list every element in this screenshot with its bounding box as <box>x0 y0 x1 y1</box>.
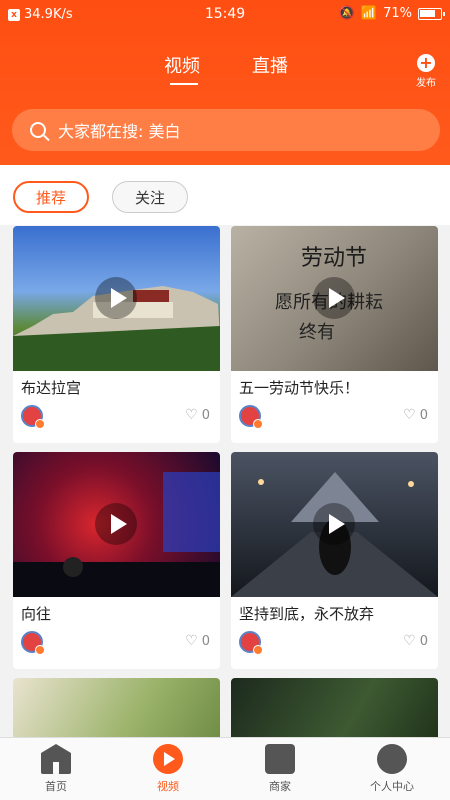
header: x 34.9K/s 15:49 🔕 📶 71% 视频 直播 + 发布 大家都在搜… <box>0 0 450 165</box>
avatar[interactable] <box>21 405 45 429</box>
status-right: 🔕 📶 71% <box>338 6 445 21</box>
thumb-line2: 终有 <box>299 322 335 343</box>
nav-home-label: 首页 <box>45 780 67 793</box>
top-tabs: 视频 直播 <box>0 52 450 92</box>
thumb-title-art: 劳动节 <box>301 246 368 271</box>
nav-video[interactable]: 视频 <box>112 744 224 794</box>
video-card[interactable] <box>231 678 438 737</box>
video-title[interactable]: 布达拉宫 <box>13 371 220 399</box>
verified-badge-icon <box>35 419 45 429</box>
video-card[interactable]: 劳动节 愿所有的耕耘 终有 五一劳动节快乐！ ♡ 0 <box>231 226 438 443</box>
video-meta: ♡ 0 <box>13 625 220 669</box>
nav-shop[interactable]: 商家 <box>224 744 336 794</box>
publish-label: 发布 <box>416 78 436 89</box>
heart-icon: ♡ <box>403 407 416 423</box>
status-bar: x 34.9K/s 15:49 🔕 📶 71% <box>0 0 450 30</box>
verified-badge-icon <box>253 419 263 429</box>
video-title[interactable]: 五一劳动节快乐！ <box>231 371 438 399</box>
nav-home[interactable]: 首页 <box>0 744 112 794</box>
home-icon <box>41 744 71 774</box>
nav-me-label: 个人中心 <box>370 780 414 793</box>
like-button[interactable]: ♡ 0 <box>185 407 210 423</box>
like-button[interactable]: ♡ 0 <box>403 407 428 423</box>
like-count: 0 <box>201 407 210 423</box>
play-circle-icon <box>153 744 183 774</box>
battery-icon <box>418 7 445 20</box>
filter-bar: 推荐 关注 <box>0 165 450 225</box>
heart-icon: ♡ <box>185 407 198 423</box>
video-thumbnail[interactable] <box>13 452 220 597</box>
video-thumbnail[interactable]: 劳动节 愿所有的耕耘 终有 <box>231 226 438 371</box>
play-icon[interactable] <box>313 503 355 545</box>
play-icon[interactable] <box>313 277 355 319</box>
tab-live[interactable]: 直播 <box>252 52 288 78</box>
video-card[interactable] <box>13 678 220 737</box>
heart-icon: ♡ <box>403 633 416 649</box>
profile-icon <box>377 744 407 774</box>
avatar[interactable] <box>21 631 45 655</box>
video-card[interactable]: 坚持到底，永不放弃 ♡ 0 <box>231 452 438 669</box>
video-title[interactable]: 坚持到底，永不放弃 <box>231 597 438 625</box>
verified-badge-icon <box>253 645 263 655</box>
plus-icon: + <box>417 54 435 72</box>
nav-video-label: 视频 <box>157 780 179 793</box>
shop-icon <box>265 744 295 774</box>
video-card[interactable]: 向往 ♡ 0 <box>13 452 220 669</box>
video-grid: 布达拉宫 ♡ 0 劳动节 愿所有的耕耘 终有 五一劳动节快乐！ ♡ 0 向往 ♡… <box>0 225 450 737</box>
battery-level: 71% <box>383 6 412 21</box>
video-thumbnail[interactable] <box>231 678 438 737</box>
avatar[interactable] <box>239 405 263 429</box>
publish-button[interactable]: + 发布 <box>416 54 436 90</box>
search-icon <box>30 122 46 138</box>
like-count: 0 <box>419 407 428 423</box>
like-button[interactable]: ♡ 0 <box>185 633 210 649</box>
video-title[interactable]: 向往 <box>13 597 220 625</box>
like-count: 0 <box>201 633 210 649</box>
bottom-nav: 首页 视频 商家 个人中心 <box>0 737 450 800</box>
video-thumbnail[interactable] <box>13 678 220 737</box>
search-placeholder: 大家都在搜: 美白 <box>58 122 181 141</box>
video-card[interactable]: 布达拉宫 ♡ 0 <box>13 226 220 443</box>
nav-me[interactable]: 个人中心 <box>336 744 448 794</box>
video-thumbnail[interactable] <box>231 452 438 597</box>
like-button[interactable]: ♡ 0 <box>403 633 428 649</box>
video-thumbnail[interactable] <box>13 226 220 371</box>
video-meta: ♡ 0 <box>231 625 438 669</box>
filter-follow[interactable]: 关注 <box>112 181 188 213</box>
nav-shop-label: 商家 <box>269 780 291 793</box>
verified-badge-icon <box>35 645 45 655</box>
mute-icon: 🔕 <box>338 6 355 21</box>
heart-icon: ♡ <box>185 633 198 649</box>
wifi-icon: 📶 <box>360 6 378 21</box>
like-count: 0 <box>419 633 428 649</box>
tab-video[interactable]: 视频 <box>164 52 200 85</box>
avatar[interactable] <box>239 631 263 655</box>
search-bar[interactable]: 大家都在搜: 美白 <box>12 109 440 151</box>
video-meta: ♡ 0 <box>231 399 438 443</box>
video-meta: ♡ 0 <box>13 399 220 443</box>
play-icon[interactable] <box>95 503 137 545</box>
play-icon[interactable] <box>95 277 137 319</box>
filter-recommend[interactable]: 推荐 <box>13 181 89 213</box>
